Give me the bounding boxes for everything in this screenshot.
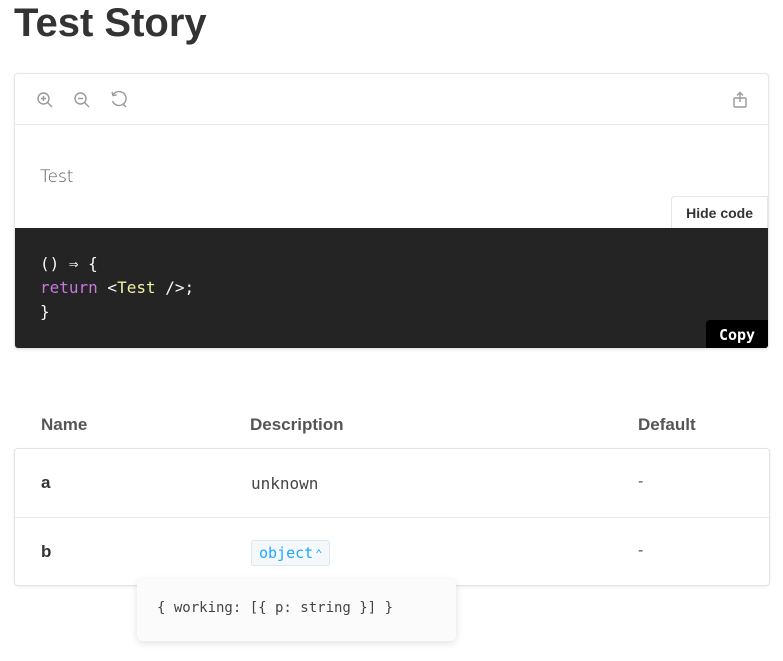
code-punct: />; <box>155 278 195 297</box>
column-header-name: Name <box>41 415 88 434</box>
zoom-out-icon[interactable] <box>72 90 92 110</box>
code-keyword: return <box>40 278 98 297</box>
prop-description: unknown <box>251 474 319 493</box>
story-canvas: Test <box>15 126 768 228</box>
prop-default: - <box>638 542 644 559</box>
code-line: () ⇒ { <box>40 254 98 273</box>
table-row: a unknown - <box>15 449 769 518</box>
chevron-up-icon: ⌃ <box>315 547 323 561</box>
story-text: Test <box>40 167 74 187</box>
prop-name: b <box>41 542 52 561</box>
hide-code-button[interactable]: Hide code <box>671 196 768 228</box>
type-detail: { working: [{ p: string }] } <box>157 600 394 616</box>
prop-default: - <box>638 473 644 490</box>
props-table: a unknown - b object ⌃ - <box>14 448 770 586</box>
column-header-description: Description <box>250 415 344 434</box>
code-line: return <Test />; <box>40 276 768 300</box>
copy-button[interactable]: Copy <box>706 320 768 348</box>
code-tag: Test <box>117 278 156 297</box>
zoom-in-icon[interactable] <box>35 90 55 110</box>
code-punct: < <box>97 278 118 297</box>
preview-toolbar <box>15 74 768 125</box>
code-line: } <box>40 302 50 321</box>
type-toggle-button[interactable]: object ⌃ <box>251 540 331 566</box>
type-popover: { working: [{ p: string }] } <box>137 579 456 641</box>
column-header-default: Default <box>638 415 696 434</box>
story-preview: Test Hide code () ⇒ { return <Test />; }… <box>14 73 769 349</box>
prop-name: a <box>41 473 51 492</box>
page-title: Test Story <box>14 1 207 45</box>
type-label: object <box>259 544 314 562</box>
code-block: () ⇒ { return <Test />; } Copy <box>15 228 768 348</box>
reset-zoom-icon[interactable] <box>109 90 129 110</box>
props-table-header: Name Description Default <box>0 415 783 439</box>
share-icon[interactable] <box>730 90 750 110</box>
table-row: b object ⌃ - <box>15 518 769 587</box>
